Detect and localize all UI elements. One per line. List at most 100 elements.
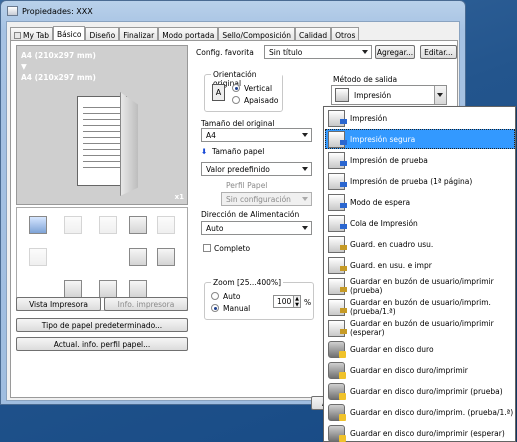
tab-otros[interactable]: Otros [331, 27, 360, 40]
dropdown-item[interactable]: Cola de Impresión [325, 213, 515, 233]
booklet-icon[interactable] [129, 248, 147, 266]
feed-direction-select[interactable]: Auto [201, 221, 312, 235]
user-box-wait-icon [328, 319, 347, 337]
tab-finalizar[interactable]: Finalizar [119, 27, 159, 40]
paper-profile-select[interactable]: Sin configuración [221, 192, 312, 206]
fold-icon[interactable] [157, 216, 175, 234]
tab-calidad[interactable]: Calidad [295, 27, 332, 40]
complete-label: Completo [214, 244, 251, 253]
landscape-label: Apaisado [244, 96, 279, 105]
dropdown-item[interactable]: Guardar en buzón de usuario/imprim.(prue… [325, 297, 515, 317]
tab-modo-portada[interactable]: Modo portada [158, 27, 219, 40]
zoom-auto-label: Auto [223, 292, 241, 301]
update-paper-profile-button[interactable]: Actual. info. perfil papel... [16, 337, 188, 351]
favorite-setting-select[interactable]: Sin título [264, 45, 372, 59]
output-method-value: Impresión [354, 90, 392, 100]
dropdown-item-selected[interactable]: Impresión segura [325, 129, 515, 149]
user-icon[interactable] [64, 280, 82, 298]
zoom-spinner-arrows-icon[interactable]: ▲ ▼ [293, 295, 301, 308]
tab-label: Calidad [299, 30, 328, 40]
dropdown-item[interactable]: Guard. en cuadro usu. [325, 234, 515, 254]
hard-disk-print-icon [328, 361, 346, 379]
dropdown-item-label: Cola de Impresión [350, 218, 418, 228]
tab-diseno[interactable]: Diseño [85, 27, 120, 40]
favorite-setting-label: Config. favorita [196, 48, 254, 57]
output-method-select[interactable]: Impresión [331, 85, 447, 105]
complete-checkbox[interactable] [203, 244, 211, 252]
zoom-group: Zoom [25...400%] Auto Manual 100 ▲ ▼ % [204, 278, 314, 320]
view-printer-button[interactable]: Vista Impresora [16, 297, 101, 311]
zoom-unit: % [304, 298, 312, 307]
tab-basico[interactable]: Básico [53, 26, 86, 40]
dropdown-item[interactable]: Guardar en disco duro/imprimir (esperar) [325, 423, 515, 442]
dropdown-item[interactable]: Guardar en disco duro/imprimir [325, 360, 515, 380]
add-favorite-button[interactable]: Agregar... [375, 45, 415, 59]
zoom-title: Zoom [25...400%] [211, 278, 283, 287]
dropdown-item[interactable]: Impresión [325, 108, 515, 128]
secure-print-icon [328, 130, 347, 148]
hard-disk-wait-icon [328, 424, 346, 442]
chevron-down-icon [302, 226, 308, 230]
user-box-save-print-icon [328, 256, 347, 274]
cover-icon[interactable] [29, 248, 47, 266]
punch-icon[interactable] [99, 216, 117, 234]
output-method-dropdown-list: Impresión Impresión segura Impresión de … [323, 106, 516, 442]
tab-label: Modo portada [162, 30, 215, 40]
printer-icon [335, 88, 349, 102]
copies-badge: x1 [174, 193, 184, 201]
tab-label: Sello/Composición [222, 30, 291, 40]
edit-favorite-button[interactable]: Editar... [420, 45, 457, 59]
feed-direction-label: Dirección de Alimentación [201, 210, 300, 219]
chevron-down-icon [362, 50, 368, 54]
paper-profile-value: Sin configuración [226, 194, 291, 204]
dropdown-item[interactable]: Guardar en disco duro/imprim. (prueba/1.… [325, 402, 515, 422]
dropdown-item-label: Guardar en disco duro [350, 344, 434, 354]
dropdown-item[interactable]: Impresión de prueba (1ª página) [325, 171, 515, 191]
duplex-icon[interactable] [129, 216, 147, 234]
default-paper-type-button[interactable]: Tipo de papel predeterminado... [16, 318, 188, 332]
dropdown-item-label: Guard. en cuadro usu. [350, 239, 434, 249]
dropdown-item[interactable]: Modo de espera [325, 192, 515, 212]
paper-size-label: Tamaño papel [212, 147, 265, 156]
printer-properties-window: Propiedades: XXX My Tab Básico Diseño Fi… [0, 0, 517, 442]
orientation-group: Orientación original A Vertical Apaisado [204, 70, 283, 112]
output-tray-icon[interactable] [29, 216, 47, 234]
window-title: Propiedades: XXX [22, 6, 93, 16]
secure-doc-icon[interactable] [129, 280, 147, 298]
vertical-radio[interactable] [232, 84, 240, 92]
down-arrow-icon: ▼ [21, 62, 27, 71]
tab-label: Otros [335, 30, 356, 40]
dropdown-item[interactable]: Guardar en buzón de usuario/imprimir (es… [325, 318, 515, 338]
dropdown-item[interactable]: Guardar en disco duro/imprimir (prueba) [325, 381, 515, 401]
paper-size-value: Valor predefinido [206, 164, 270, 174]
chevron-down-icon [437, 93, 443, 97]
favorite-setting-value: Sin título [269, 47, 303, 57]
dropdown-item[interactable]: Guardar en disco duro [325, 339, 515, 359]
tab-sello-composicion[interactable]: Sello/Composición [218, 27, 295, 40]
paper-preview: A4 (210x297 mm) ▼ A4 (210x297 mm) x1 [16, 45, 188, 205]
printer-info-button[interactable]: Info. impresora [104, 297, 188, 311]
page-curl-icon [120, 92, 138, 196]
user-box-save-icon [328, 235, 347, 253]
landscape-radio[interactable] [232, 96, 240, 104]
tab-label: Finalizar [123, 30, 155, 40]
feed-direction-value: Auto [206, 223, 224, 233]
tab-label: Diseño [89, 30, 116, 40]
dropdown-item-label: Modo de espera [350, 197, 411, 207]
zoom-auto-radio[interactable] [211, 292, 219, 300]
dropdown-item[interactable]: Guard. en usu. e impr [325, 255, 515, 275]
chevron-down-icon [302, 197, 308, 201]
staple-icon[interactable] [64, 216, 82, 234]
original-size-text: A4 (210x297 mm) [21, 51, 96, 60]
tab-label: My Tab [23, 30, 49, 40]
original-size-select[interactable]: A4 [201, 128, 312, 142]
output-method-label: Método de salida [333, 75, 398, 84]
stamp-icon[interactable] [157, 248, 175, 266]
zoom-manual-radio[interactable] [211, 304, 219, 312]
account-track-icon[interactable] [99, 280, 117, 298]
paper-size-select[interactable]: Valor predefinido [201, 162, 312, 176]
user-box-proof-icon [328, 277, 347, 295]
dropdown-item[interactable]: Guardar en buzón de usuario/imprimir (pr… [325, 276, 515, 296]
dropdown-item[interactable]: Impresión de prueba [325, 150, 515, 170]
tab-my-tab[interactable]: My Tab [10, 27, 53, 40]
